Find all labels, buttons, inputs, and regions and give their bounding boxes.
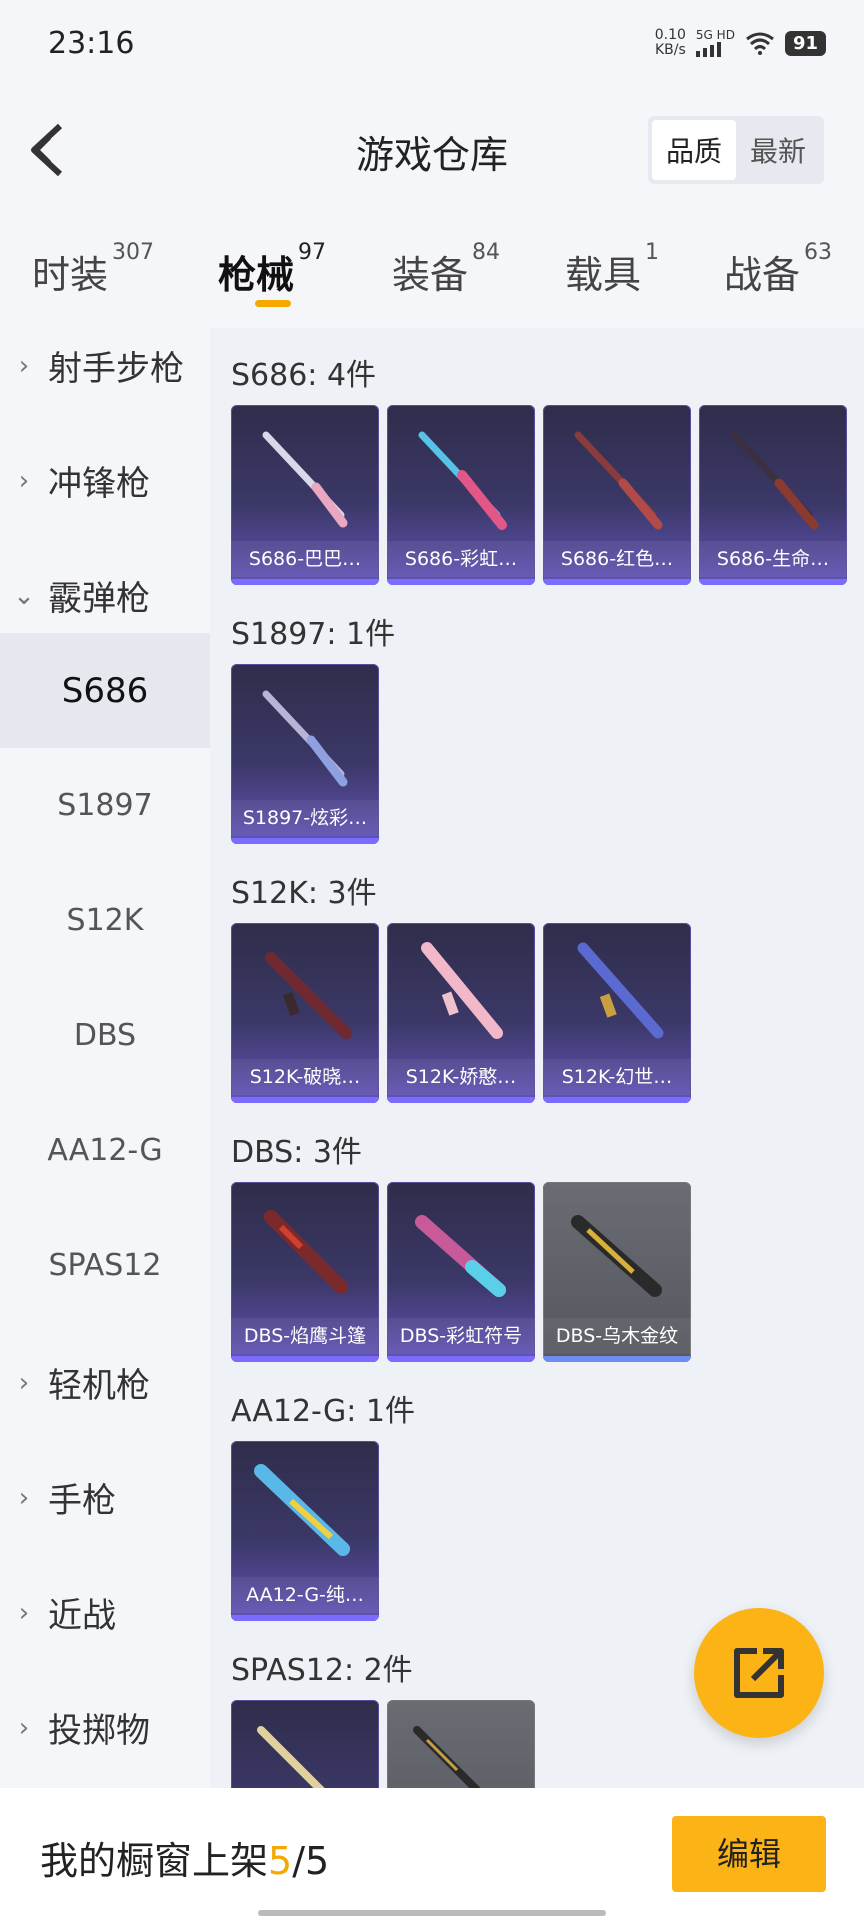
chevron-right-icon: › [18, 1712, 30, 1743]
sidebar-sub-s686[interactable]: S686 [0, 633, 210, 748]
tab-fashion[interactable]: 时装307 [32, 240, 154, 299]
sidebar-sub-s12k[interactable]: S12K [0, 863, 210, 978]
item-card[interactable]: S12K-破晓… [231, 923, 379, 1103]
shotgun-skin-icon [730, 431, 819, 530]
item-card[interactable]: S1897-炫彩… [231, 664, 379, 844]
header: 游戏仓库 品质 最新 [0, 90, 864, 220]
active-tab-indicator [255, 300, 291, 307]
tab-supplies[interactable]: 战备63 [724, 240, 832, 299]
rifle-skin-icon [265, 952, 352, 1039]
rifle-skin-icon [421, 942, 503, 1039]
share-button[interactable] [694, 1608, 824, 1738]
shotgun-skin-icon [574, 431, 663, 530]
sort-toggle: 品质 最新 [647, 116, 824, 184]
sidebar-item-marksman-rifle[interactable]: › 射手步枪 [0, 308, 210, 423]
shotgun-skin-icon [254, 1464, 350, 1556]
item-card[interactable]: S686-彩虹… [387, 405, 535, 585]
chevron-down-icon: ⌄ [13, 580, 35, 611]
item-card[interactable]: S686-巴巴… [231, 405, 379, 585]
sidebar-sub-dbs[interactable]: DBS [0, 978, 210, 1093]
group-title: AA12-G: 1件 [231, 1394, 415, 1429]
sidebar-sub-spas12[interactable]: SPAS12 [0, 1208, 210, 1323]
showcase-status: 我的橱窗上架5/5 [40, 1839, 330, 1883]
tab-vehicles[interactable]: 载具1 [565, 240, 659, 299]
group-title: S12K: 3件 [231, 876, 377, 911]
sidebar-item-lmg[interactable]: › 轻机枪 [0, 1325, 210, 1440]
network-speed: 0.10 KB/s [654, 27, 686, 58]
battery-indicator: 91 [784, 30, 826, 56]
signal-bars-icon [695, 41, 735, 57]
shotgun-skin-icon [571, 1215, 662, 1297]
item-card[interactable]: S686-生命… [699, 405, 847, 585]
home-indicator [258, 1910, 606, 1916]
rifle-skin-icon [577, 942, 664, 1039]
sidebar-item-throwable[interactable]: › 投掷物 [0, 1670, 210, 1785]
group-title: S686: 4件 [231, 358, 377, 393]
item-card[interactable] [387, 1700, 535, 1788]
group-title: DBS: 3件 [231, 1135, 362, 1170]
shotgun-skin-icon [264, 1210, 348, 1294]
item-card[interactable]: AA12-G-纯… [231, 1441, 379, 1621]
sidebar-sub-s1897[interactable]: S1897 [0, 748, 210, 863]
sidebar-item-melee[interactable]: › 近战 [0, 1555, 210, 1670]
chevron-right-icon: › [18, 350, 30, 381]
tab-equipment[interactable]: 装备84 [392, 240, 500, 299]
shotgun-skin-icon [415, 1215, 506, 1297]
group-title: S1897: 1件 [231, 617, 396, 652]
item-card[interactable]: DBS-乌木金纹 [543, 1182, 691, 1362]
share-icon [734, 1648, 784, 1698]
showcase-bar: 我的橱窗上架5/5 编辑 [0, 1788, 864, 1920]
chevron-right-icon: › [18, 1482, 30, 1513]
shotgun-skin-icon [257, 1726, 325, 1788]
shotgun-skin-icon [262, 431, 348, 528]
status-bar: 23:16 0.10 KB/s 5G HD 91 [0, 0, 864, 90]
shotgun-skin-icon [418, 431, 507, 530]
item-card[interactable]: S686-红色… [543, 405, 691, 585]
signal-indicator: 5G HD [695, 29, 735, 57]
item-card[interactable]: DBS-焰鹰斗篷 [231, 1182, 379, 1362]
chevron-right-icon: › [18, 465, 30, 496]
sort-newest-button[interactable]: 最新 [736, 120, 820, 180]
chevron-right-icon: › [18, 1367, 30, 1398]
shotgun-skin-icon [262, 690, 348, 787]
item-card[interactable]: S12K-娇憨… [387, 923, 535, 1103]
item-grid: S686: 4件 S686-巴巴… S686-彩虹… S686-红色… S686… [210, 328, 864, 1788]
wifi-icon [746, 32, 774, 55]
sidebar: › 射手步枪 › 冲锋枪 ⌄ 霰弹枪 S686 S1897 S12K DBS AA12… [0, 328, 210, 1788]
chevron-right-icon: › [18, 1597, 30, 1628]
status-time: 23:16 [48, 26, 135, 61]
shotgun-skin-icon [413, 1726, 481, 1788]
sort-quality-button[interactable]: 品质 [651, 120, 736, 180]
sidebar-item-smg[interactable]: › 冲锋枪 [0, 423, 210, 538]
sidebar-sub-aa12g[interactable]: AA12-G [0, 1093, 210, 1208]
item-card[interactable]: S12K-幻世… [543, 923, 691, 1103]
status-right: 0.10 KB/s 5G HD 91 [655, 28, 826, 58]
group-title: SPAS12: 2件 [231, 1653, 413, 1688]
sidebar-item-pistol[interactable]: › 手枪 [0, 1440, 210, 1555]
edit-button[interactable]: 编辑 [672, 1816, 826, 1892]
tab-guns[interactable]: 枪械97 [218, 240, 326, 299]
item-card[interactable] [231, 1700, 379, 1788]
item-card[interactable]: DBS-彩虹符号 [387, 1182, 535, 1362]
